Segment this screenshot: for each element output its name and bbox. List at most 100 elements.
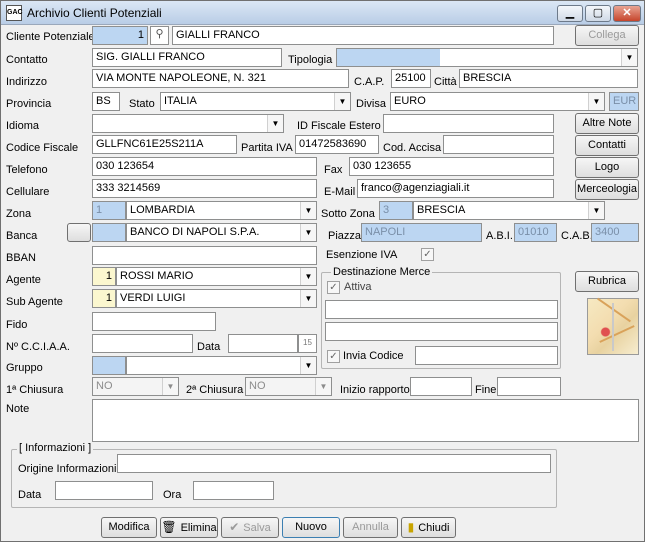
- zona-select[interactable]: LOMBARDIA ▼: [126, 201, 317, 220]
- divisa-label: Divisa: [356, 98, 386, 110]
- cod-accisa-field[interactable]: [443, 135, 554, 154]
- ncciaa-label: Nº C.C.I.A.A.: [6, 341, 70, 353]
- merceologia-button[interactable]: Merceologia: [575, 179, 639, 200]
- agente-code-field[interactable]: 1: [92, 267, 116, 286]
- data-cciaa-field[interactable]: [228, 334, 298, 353]
- bban-label: BBAN: [6, 252, 36, 264]
- fine-label: Fine: [475, 384, 497, 396]
- sub-agente-code-field[interactable]: 1: [92, 289, 116, 308]
- zona-code-field[interactable]: 1: [92, 201, 126, 220]
- attiva-checkbox[interactable]: ✓: [327, 281, 340, 294]
- sotto-zona-select[interactable]: BRESCIA ▼: [413, 201, 605, 220]
- minimize-button[interactable]: ▁: [557, 5, 583, 22]
- maximize-button[interactable]: ▢: [585, 5, 611, 22]
- sotto-zona-code-field[interactable]: 3: [379, 201, 413, 220]
- check-icon: ✓: [329, 351, 338, 362]
- search-icon[interactable]: ⚲: [150, 26, 169, 45]
- chiusura1-select[interactable]: NO ▼: [92, 377, 179, 396]
- telefono-field[interactable]: 030 123654: [92, 157, 317, 176]
- cellulare-field[interactable]: 333 3214569: [92, 179, 317, 198]
- banca-code-field[interactable]: [92, 223, 126, 242]
- destinazione-field-1[interactable]: [325, 300, 558, 319]
- cab-field: 3400: [591, 223, 639, 242]
- chevron-down-icon[interactable]: ▼: [267, 115, 283, 132]
- chevron-down-icon[interactable]: ▼: [300, 268, 316, 285]
- inizio-rapporto-label: Inizio rapporto: [340, 384, 410, 396]
- chevron-down-icon[interactable]: ▼: [621, 49, 637, 66]
- map-thumbnail[interactable]: [587, 297, 639, 355]
- title-bar[interactable]: GAC Archivio Clienti Potenziali ▁ ▢ ✕: [1, 1, 644, 25]
- destinazione-field-2[interactable]: [325, 322, 558, 341]
- altre-note-button[interactable]: Altre Note: [575, 113, 639, 134]
- invia-codice-label: Invia Codice: [343, 350, 404, 362]
- chevron-down-icon[interactable]: ▼: [300, 357, 316, 374]
- indirizzo-label: Indirizzo: [6, 76, 47, 88]
- banca-select[interactable]: BANCO DI NAPOLI S.P.A. ▼: [126, 223, 317, 242]
- invia-codice-field[interactable]: [415, 346, 558, 365]
- chevron-down-icon[interactable]: ▼: [315, 378, 331, 395]
- cliente-name-field[interactable]: GIALLI FRANCO: [172, 26, 554, 45]
- esenzione-iva-checkbox[interactable]: ✓: [421, 248, 434, 261]
- invia-codice-checkbox[interactable]: ✓: [327, 350, 340, 363]
- check-icon: ✔: [229, 520, 240, 534]
- tipologia-select[interactable]: ▼: [336, 48, 638, 67]
- chevron-down-icon[interactable]: ▼: [300, 202, 316, 219]
- chevron-down-icon[interactable]: ▼: [300, 224, 316, 241]
- cap-field[interactable]: 25100: [391, 69, 431, 88]
- calendar-icon[interactable]: 15: [298, 334, 317, 353]
- indirizzo-field[interactable]: VIA MONTE NAPOLEONE, N. 321: [92, 69, 349, 88]
- note-textarea[interactable]: [92, 399, 639, 442]
- partita-iva-field[interactable]: 01472583690: [295, 135, 379, 154]
- provincia-field[interactable]: BS: [92, 92, 120, 111]
- contatto-field[interactable]: SIG. GIALLI FRANCO: [92, 48, 282, 67]
- gruppo-select[interactable]: ▼: [126, 356, 317, 375]
- banca-lookup-button[interactable]: [67, 223, 91, 242]
- info-data-label: Data: [18, 489, 42, 501]
- tipologia-code: [337, 49, 440, 66]
- fine-field[interactable]: [497, 377, 561, 396]
- collega-button[interactable]: Collega: [575, 25, 639, 46]
- salva-button[interactable]: ✔ Salva: [221, 517, 279, 538]
- nuovo-button[interactable]: Nuovo: [282, 517, 340, 538]
- fax-field[interactable]: 030 123655: [349, 157, 554, 176]
- origine-informazioni-label: Origine Informazioni: [18, 463, 117, 475]
- chiusura1-label: 1ª Chiusura: [6, 384, 64, 396]
- fido-field[interactable]: [92, 312, 216, 331]
- email-field[interactable]: franco@agenziagiali.it: [357, 179, 554, 198]
- contatti-button[interactable]: Contatti: [575, 135, 639, 156]
- chevron-down-icon[interactable]: ▼: [588, 93, 604, 110]
- banca-label: Banca: [6, 230, 38, 242]
- chevron-down-icon[interactable]: ▼: [588, 202, 604, 219]
- window-title: Archivio Clienti Potenziali: [27, 6, 162, 20]
- close-button[interactable]: ✕: [613, 5, 641, 22]
- sotto-zona-label: Sotto Zona: [321, 208, 375, 220]
- chevron-down-icon[interactable]: ▼: [162, 378, 178, 395]
- origine-informazioni-field[interactable]: [117, 454, 551, 473]
- chiusura2-select[interactable]: NO ▼: [245, 377, 332, 396]
- citta-field[interactable]: BRESCIA: [459, 69, 638, 88]
- chevron-down-icon[interactable]: ▼: [300, 290, 316, 307]
- modifica-button[interactable]: Modifica: [101, 517, 157, 538]
- chiudi-button[interactable]: ▮ Chiudi: [401, 517, 456, 538]
- bban-field[interactable]: [92, 246, 317, 265]
- chevron-down-icon[interactable]: ▼: [334, 93, 350, 110]
- gruppo-code-field[interactable]: [92, 356, 126, 375]
- stato-select[interactable]: ITALIA ▼: [160, 92, 351, 111]
- cliente-code-field[interactable]: 1: [92, 26, 148, 45]
- annulla-button[interactable]: Annulla: [343, 517, 398, 538]
- info-ora-field[interactable]: [193, 481, 274, 500]
- cab-label: C.A.B.: [561, 230, 593, 242]
- check-icon: ✓: [423, 249, 432, 260]
- id-fiscale-estero-field[interactable]: [383, 114, 554, 133]
- logo-button[interactable]: Logo: [575, 157, 639, 178]
- idioma-select[interactable]: ▼: [92, 114, 284, 133]
- agente-select[interactable]: ROSSI MARIO ▼: [116, 267, 317, 286]
- rubrica-button[interactable]: Rubrica: [575, 271, 639, 292]
- inizio-rapporto-field[interactable]: [410, 377, 472, 396]
- sub-agente-select[interactable]: VERDI LUIGI ▼: [116, 289, 317, 308]
- elimina-button[interactable]: 🗑 Elimina: [160, 517, 218, 538]
- codice-fiscale-field[interactable]: GLLFNC61E25S211A: [92, 135, 237, 154]
- divisa-select[interactable]: EURO ▼: [390, 92, 605, 111]
- info-data-field[interactable]: [55, 481, 153, 500]
- ncciaa-field[interactable]: [92, 334, 193, 353]
